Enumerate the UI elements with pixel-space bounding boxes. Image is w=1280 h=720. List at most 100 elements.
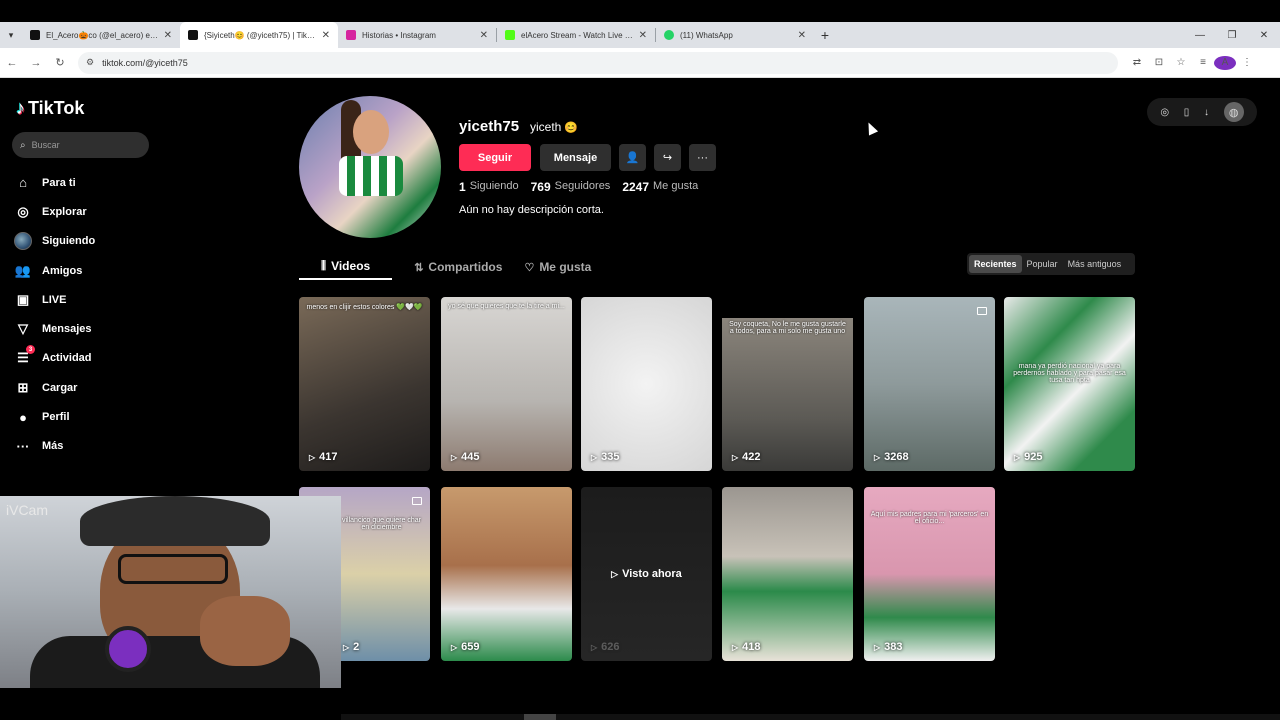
nickname-text: yiceth [530, 120, 562, 134]
play-icon: ▷ [343, 642, 350, 652]
play-icon: ▷ [874, 642, 881, 652]
video-card[interactable]: ▷ 418 [722, 487, 853, 661]
close-window-icon[interactable]: ✕ [1248, 30, 1280, 41]
horizontal-scrollbar[interactable] [341, 714, 1280, 720]
video-card-watched[interactable]: ▷ Visto ahora ▷ 626 [581, 487, 712, 661]
new-tab-plus-icon[interactable]: + [814, 22, 836, 48]
sidebar-item-mensajes[interactable]: ▽ Mensajes [14, 314, 95, 343]
browser-tab[interactable]: (11) WhatsApp ✕ [656, 22, 814, 48]
grid-icon: ⫼ [321, 259, 327, 272]
followers-label[interactable]: Seguidores [555, 180, 611, 194]
search-icon: ⌕ [20, 139, 26, 151]
video-card[interactable]: ▷ 659 [441, 487, 572, 661]
tab-label: Me gusta [539, 260, 592, 274]
view-count: 383 [884, 641, 903, 653]
sidebar-item-cargar[interactable]: ⊞ Cargar [14, 373, 95, 402]
sidebar-item-mas[interactable]: ··· Más [14, 432, 95, 461]
sort-popular[interactable]: Popular [1022, 255, 1063, 273]
view-count: 925 [1024, 451, 1043, 463]
tab-videos[interactable]: ⫼ Videos [299, 254, 393, 280]
sidebar-item-siguiendo[interactable]: Siguiendo [14, 227, 95, 256]
search-input[interactable]: ⌕ Buscar [12, 132, 149, 158]
message-button[interactable]: Mensaje [540, 144, 611, 171]
play-icon: ▷ [874, 452, 881, 462]
followers-count: 769 [530, 180, 551, 194]
sidebar-item-label: Perfil [42, 411, 70, 424]
sidebar-item-actividad[interactable]: ☰ 3 Actividad [14, 344, 95, 373]
share-icon[interactable]: ↪ [654, 144, 681, 171]
video-caption: yo sé que quieres que te la tire a mi... [448, 303, 565, 310]
tab-label: Historias • Instagram [362, 30, 436, 40]
sidebar-item-explorar[interactable]: ◎ Explorar [14, 197, 95, 226]
profile-avatar-icon[interactable]: A [1214, 55, 1236, 70]
search-placeholder: Buscar [31, 140, 60, 150]
browser-tab-active[interactable]: {Siyiceth😊 (@yiceth75) | TikTok ✕ [180, 22, 338, 48]
tab-reposts[interactable]: ⇅ Compartidos [414, 254, 502, 280]
tiktok-logo[interactable]: ♪ TikTok [16, 98, 84, 119]
close-icon[interactable]: ✕ [480, 30, 488, 41]
headset-icon [105, 626, 151, 672]
tab-liked[interactable]: ♡ Me gusta [524, 254, 591, 280]
download-icon[interactable]: ↓ [1204, 107, 1209, 118]
video-card[interactable]: menos en clijir estos colores 💚🤍💚 ▷ 417 [299, 297, 430, 471]
close-icon[interactable]: ✕ [798, 30, 806, 41]
video-card[interactable]: ▷ 3268 [864, 297, 995, 471]
profile-avatar[interactable] [299, 96, 441, 238]
close-icon[interactable]: ✕ [322, 30, 330, 41]
video-card[interactable]: ▷ 335 [581, 297, 712, 471]
browser-tab[interactable]: El_Acero🎃co (@el_acero) está... ✕ [22, 22, 180, 48]
follow-button[interactable]: Seguir [459, 144, 531, 171]
account-avatar-icon[interactable]: ◍ [1223, 102, 1244, 122]
streamer-cap [80, 496, 270, 546]
sidebar-item-para-ti[interactable]: ⌂ Para ti [14, 168, 95, 197]
sidebar-item-label: Actividad [42, 352, 92, 365]
sidebar-nav: ⌂ Para ti ◎ Explorar Siguiendo 👥 Amigos … [14, 168, 95, 461]
install-app-icon[interactable]: ⊡ [1148, 57, 1170, 68]
following-label[interactable]: Siguiendo [470, 180, 519, 194]
tiktok-note-icon: ♪ [16, 98, 25, 118]
media-controls-icon[interactable]: ≡ [1192, 57, 1214, 68]
site-info-icon[interactable]: ⚙ [86, 57, 94, 68]
url-field[interactable]: ⚙ tiktok.com/@yiceth75 [78, 51, 1118, 74]
back-arrow-icon[interactable]: ← [0, 57, 24, 69]
kick-favicon-icon [505, 30, 515, 40]
suggested-accounts-icon[interactable]: 👤 [619, 144, 646, 171]
forward-arrow-icon[interactable]: → [24, 57, 48, 69]
video-card[interactable]: yo sé que quieres que te la tire a mi...… [441, 297, 572, 471]
mobile-app-icon[interactable]: ▯ [1184, 107, 1190, 118]
watched-now-label: Visto ahora [622, 568, 682, 580]
view-count: 422 [742, 451, 761, 463]
video-card[interactable]: mana ya perdió nacional ya para perderno… [1004, 297, 1135, 471]
profile-username: yiceth75 [459, 118, 520, 135]
video-card[interactable]: Aquí mis padres para mi 'parceros' en el… [864, 487, 995, 661]
minimize-icon[interactable]: — [1184, 30, 1216, 41]
scrollbar-thumb[interactable] [524, 714, 556, 720]
play-icon: ▷ [451, 642, 458, 652]
video-card[interactable]: Soy coqueta, No le me gusta gustarle a t… [722, 297, 853, 471]
webcam-watermark: iVCam [6, 502, 49, 518]
more-options-icon[interactable]: ··· [689, 144, 716, 171]
multi-photo-icon [412, 497, 422, 505]
sort-recent[interactable]: Recientes [969, 255, 1022, 273]
sidebar-item-perfil[interactable]: ● Perfil [14, 402, 95, 431]
browser-tab[interactable]: Historias • Instagram ✕ [338, 22, 496, 48]
close-icon[interactable]: ✕ [639, 30, 647, 41]
profile-stats: 1 Siguiendo 769 Seguidores 2247 Me gusta [459, 180, 710, 194]
close-icon[interactable]: ✕ [164, 30, 172, 41]
tab-list-chevron-icon[interactable]: ▾ [0, 22, 22, 48]
bookmark-star-icon[interactable]: ☆ [1170, 57, 1192, 68]
sidebar-item-amigos[interactable]: 👥 Amigos [14, 256, 95, 285]
reload-icon[interactable]: ↻ [48, 56, 72, 69]
sort-oldest[interactable]: Más antiguos [1063, 255, 1127, 273]
coins-icon[interactable]: ◎ [1160, 107, 1169, 118]
browser-menu-icon[interactable]: ⋮ [1236, 57, 1258, 68]
play-icon: ▷ [591, 452, 598, 462]
browser-tab[interactable]: elAcero Stream - Watch Live on... ✕ [497, 22, 655, 48]
restore-icon[interactable]: ❐ [1216, 30, 1248, 41]
translate-icon[interactable]: ⇄ [1126, 57, 1148, 68]
more-icon: ··· [16, 438, 30, 454]
video-caption: mana ya perdió nacional ya para perderno… [1013, 363, 1126, 384]
sidebar-item-live[interactable]: ▣ LIVE [14, 285, 95, 314]
video-caption: Soy coqueta, No le me gusta gustarle a t… [729, 321, 846, 335]
tab-label: {Siyiceth😊 (@yiceth75) | TikTok [204, 30, 318, 40]
